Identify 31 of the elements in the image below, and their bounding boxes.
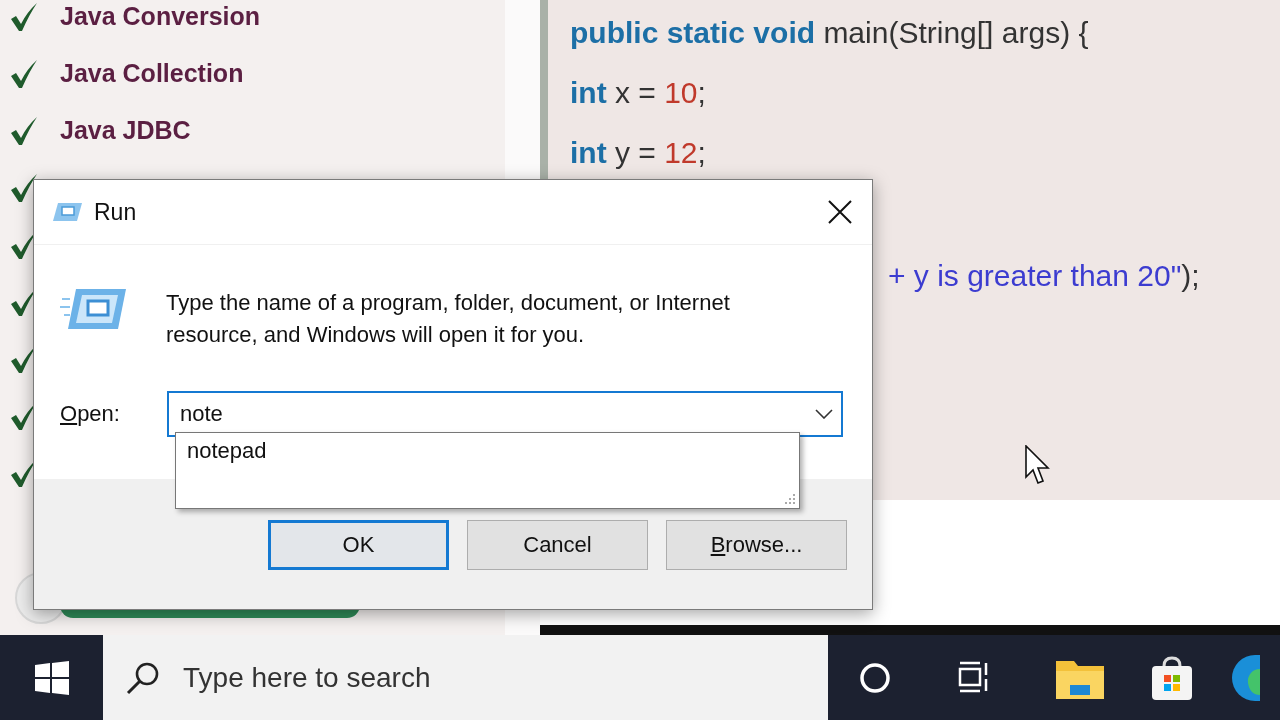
- check-icon: [10, 115, 38, 146]
- topic-label[interactable]: Java JDBC: [60, 116, 191, 145]
- mouse-cursor-icon: [1025, 445, 1051, 485]
- dialog-button[interactable]: Cancel: [467, 520, 648, 570]
- resize-grip-icon[interactable]: [782, 491, 796, 505]
- code-line: int x = 10;: [570, 75, 707, 111]
- check-icon: [10, 58, 38, 89]
- topic-label[interactable]: Java Conversion: [60, 2, 261, 31]
- topic-label[interactable]: Java Collection: [60, 59, 244, 88]
- dialog-button[interactable]: Browse...: [666, 520, 847, 570]
- circle-icon[interactable]: [858, 660, 892, 695]
- check-icon: [10, 172, 38, 203]
- code-line: public static void main(String[] args) {: [570, 15, 1090, 51]
- browser-icon[interactable]: [1232, 654, 1260, 701]
- code-line: + y is greater than 20");: [888, 258, 1200, 294]
- code-line: int y = 12;: [570, 135, 707, 171]
- suggestion-item[interactable]: notepad: [187, 438, 799, 464]
- store-icon[interactable]: [1150, 655, 1194, 700]
- check-icon: [10, 1, 38, 32]
- search-bar[interactable]: Type here to search: [103, 635, 828, 720]
- close-icon: [828, 200, 852, 224]
- chevron-down-icon[interactable]: [815, 409, 833, 419]
- open-label: Open:: [60, 401, 121, 427]
- run-icon: [52, 201, 82, 223]
- instruction-text: Type the name of a program, folder, document, or Internet resource, and Windows will open it for you.: [166, 289, 731, 349]
- open-combobox[interactable]: note: [167, 391, 843, 437]
- search-field[interactable]: Type here to search: [183, 661, 783, 694]
- windows-start-icon[interactable]: [34, 660, 69, 695]
- window-title: Run: [94, 198, 138, 226]
- dialog-button[interactable]: OK: [268, 520, 449, 570]
- run-icon: [60, 287, 126, 331]
